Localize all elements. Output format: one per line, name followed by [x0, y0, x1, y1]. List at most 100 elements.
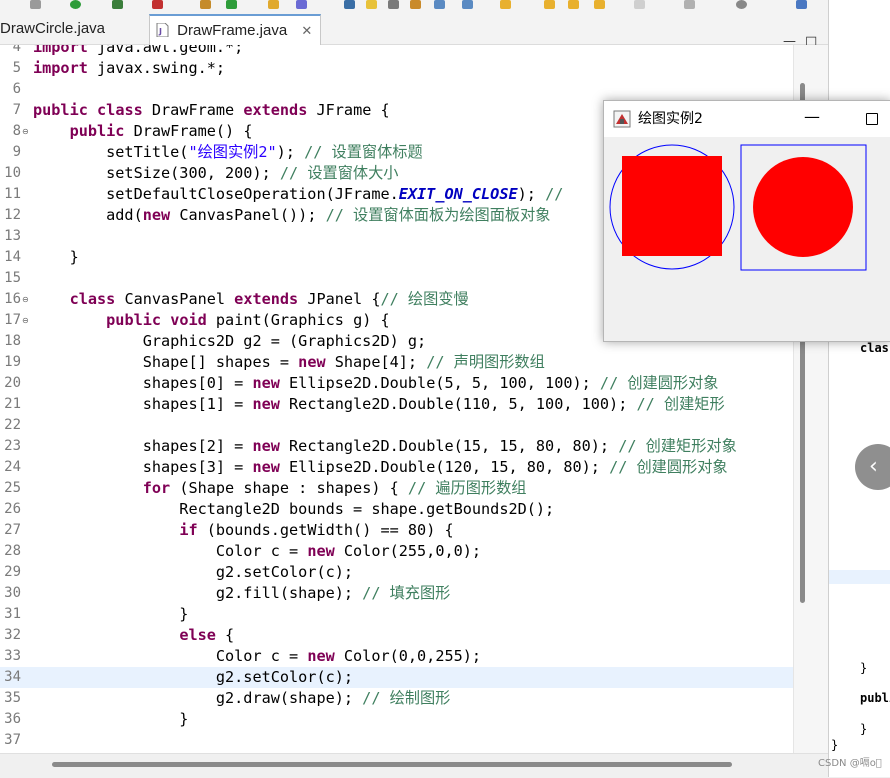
code-line[interactable]: 26 Rectangle2D bounds = shape.getBounds2… [0, 499, 793, 520]
line-number: 5 [12, 60, 21, 76]
last-edit-icon[interactable] [462, 0, 473, 9]
line-number: 16 [4, 291, 21, 307]
pin-icon[interactable] [344, 0, 355, 9]
code-text: Color c = new Color(0,0,255); [33, 647, 482, 665]
code-line[interactable]: 5 import javax.swing.*; [0, 58, 793, 79]
code-line[interactable]: 23 shapes[2] = new Rectangle2D.Double(15… [0, 436, 793, 457]
code-text: public void paint(Graphics g) { [106, 311, 390, 329]
code-text: for (Shape shape : shapes) { // 遍历图形数组 [142, 479, 527, 497]
navigate-icon[interactable] [500, 0, 511, 9]
watermark: CSDN @嗝o  [818, 758, 882, 769]
code-line[interactable]: 36 } [0, 709, 793, 730]
code-text: shapes[3] = new Ellipse2D.Double(120, 15… [33, 458, 728, 476]
history-back-icon[interactable] [594, 0, 605, 9]
code-text: g2.draw(shape); // 绘制图形 [33, 689, 451, 707]
tab-drawcircle[interactable]: DrawCircle.java [0, 14, 113, 44]
drawing-canvas [609, 144, 867, 271]
code-line[interactable]: 30 g2.fill(shape); // 填充图形 [0, 583, 793, 604]
line-number: 12 [4, 207, 21, 223]
forward-arrow-icon[interactable] [568, 0, 579, 9]
java-app-window[interactable]: 绘图实例2 — [603, 100, 890, 342]
outline-highlight [829, 570, 890, 584]
code-text: shapes[1] = new Rectangle2D.Double(110, … [33, 395, 725, 413]
code-line[interactable]: 34 g2.setColor(c); [0, 667, 793, 688]
line-number: 33 [4, 648, 21, 664]
code-line[interactable]: 4 import java.awt.geom.*; [0, 45, 793, 58]
debug-icon[interactable] [112, 0, 123, 9]
tab-drawframe[interactable]: J DrawFrame.java ✕ [149, 14, 322, 46]
highlight-icon[interactable] [366, 0, 377, 9]
line-number: 6 [12, 81, 21, 97]
red-filled-square [622, 156, 722, 256]
code-text: setTitle("绘图实例2"); // 设置窗体标题 [33, 143, 423, 161]
code-line[interactable]: 21 shapes[1] = new Rectangle2D.Double(11… [0, 394, 793, 415]
fold-toggle-icon[interactable]: ⊖ [22, 295, 29, 304]
annotation-icon[interactable] [388, 0, 399, 9]
window-title-bar[interactable]: 绘图实例2 — [604, 101, 890, 137]
horizontal-scrollbar[interactable] [0, 753, 828, 778]
line-number: 23 [4, 438, 21, 454]
code-text: if (bounds.getWidth() == 80) { [179, 521, 454, 539]
minimize-icon[interactable]: — [804, 107, 820, 126]
code-line[interactable]: 20 shapes[0] = new Ellipse2D.Double(5, 5… [0, 373, 793, 394]
line-number: 26 [4, 501, 21, 517]
code-line[interactable]: 19 Shape[] shapes = new Shape[4]; // 声明图… [0, 352, 793, 373]
next-annotation-icon[interactable] [434, 0, 445, 9]
tab-label: DrawCircle.java [0, 20, 106, 37]
code-line[interactable]: 37 [0, 730, 793, 751]
new-icon[interactable] [200, 0, 211, 9]
line-number: 19 [4, 354, 21, 370]
horizontal-scroll-thumb[interactable] [52, 762, 732, 767]
code-text: Rectangle2D bounds = shape.getBounds2D()… [33, 500, 555, 518]
close-icon[interactable]: ✕ [301, 16, 312, 46]
code-text: Graphics2D g2 = (Graphics2D) g; [33, 332, 427, 350]
code-line[interactable]: 35 g2.draw(shape); // 绘制图形 [0, 688, 793, 709]
code-text: shapes[0] = new Ellipse2D.Double(5, 5, 1… [33, 374, 719, 392]
outline-snippet: publi [860, 691, 890, 705]
open-type-icon[interactable] [268, 0, 279, 9]
fold-toggle-icon[interactable]: ⊖ [22, 127, 29, 136]
code-line[interactable]: 6 [0, 79, 793, 100]
refresh-icon[interactable] [226, 0, 237, 9]
fold-toggle-icon[interactable]: ⊖ [22, 316, 29, 325]
code-line[interactable]: 33 Color c = new Color(0,0,255); [0, 646, 793, 667]
code-text: setSize(300, 200); // 设置窗体大小 [33, 164, 399, 182]
code-line[interactable]: 25 for (Shape shape : shapes) { // 遍历图形数… [0, 478, 793, 499]
external-tools-icon[interactable] [152, 0, 163, 9]
code-line[interactable]: 29 g2.setColor(c); [0, 562, 793, 583]
tab-label: DrawFrame.java [177, 22, 288, 39]
code-line[interactable]: 24 shapes[3] = new Ellipse2D.Double(120,… [0, 457, 793, 478]
line-number: 36 [4, 711, 21, 727]
line-number: 14 [4, 249, 21, 265]
code-line[interactable]: 27 if (bounds.getWidth() == 80) { [0, 520, 793, 541]
code-text: else { [179, 626, 235, 644]
line-number: 31 [4, 606, 21, 622]
code-text: class CanvasPanel extends JPanel {// 绘图变… [69, 290, 469, 308]
code-line[interactable]: 28 Color c = new Color(255,0,0); [0, 541, 793, 562]
search-icon[interactable] [736, 0, 747, 9]
back-arrow-icon[interactable] [544, 0, 555, 9]
maximize-icon[interactable] [866, 113, 878, 125]
java-perspective-icon[interactable] [796, 0, 807, 9]
outline-snippet: clas [860, 341, 889, 355]
code-text: g2.setColor(c); [33, 563, 354, 581]
code-line[interactable]: 31 } [0, 604, 793, 625]
red-filled-circle [753, 157, 853, 257]
code-line[interactable]: 32 else { [0, 625, 793, 646]
code-text: Shape[] shapes = new Shape[4]; // 声明图形数组 [33, 353, 545, 371]
open-perspective-icon[interactable] [684, 0, 695, 9]
book-icon[interactable] [410, 0, 421, 9]
code-line[interactable]: 22 [0, 415, 793, 436]
code-text: add(new CanvasPanel()); // 设置窗体面板为绘图面板对象 [33, 206, 551, 224]
settings-icon[interactable] [30, 0, 41, 9]
line-number: 24 [4, 459, 21, 475]
outline-snippet: } [831, 738, 839, 752]
run-icon[interactable] [70, 0, 81, 9]
history-forward-icon[interactable] [634, 0, 645, 9]
code-text: shapes[2] = new Rectangle2D.Double(15, 1… [33, 437, 737, 455]
line-number: 17 [4, 312, 21, 328]
svg-text:J: J [158, 27, 162, 36]
search-task-icon[interactable] [296, 0, 307, 9]
code-text: } [33, 605, 189, 623]
line-number: 29 [4, 564, 21, 580]
